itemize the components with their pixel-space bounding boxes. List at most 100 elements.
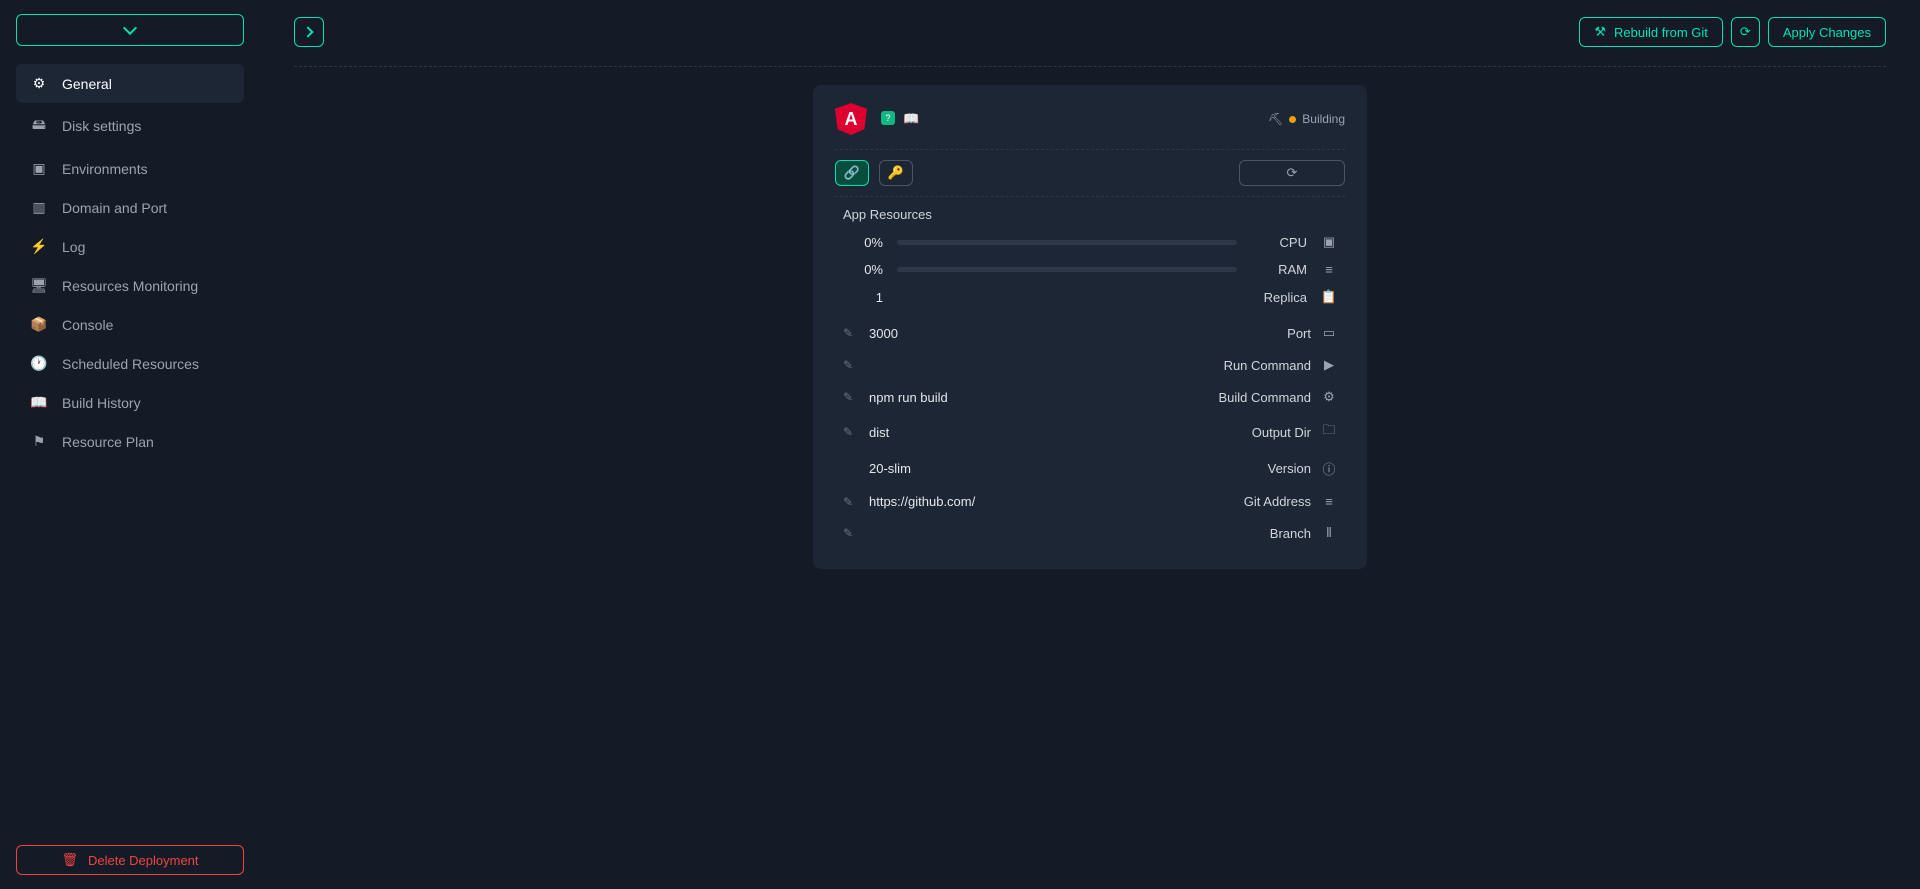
sidebar-item-label: Scheduled Resources bbox=[62, 356, 199, 372]
git-address-value: https://github.com/ bbox=[869, 494, 975, 509]
chevron-down-icon bbox=[123, 21, 137, 35]
refresh-icon: ⟳ bbox=[1287, 165, 1298, 181]
rebuild-label: Rebuild from Git bbox=[1614, 25, 1708, 40]
window-icon: ▥ bbox=[30, 199, 48, 216]
header-badges: ? 📖 bbox=[881, 111, 919, 127]
sidebar-item-label: General bbox=[62, 76, 112, 92]
divider bbox=[835, 149, 1345, 150]
sidebar-item-log[interactable]: ⚡ Log bbox=[16, 227, 244, 266]
clipboard-icon: 📋 bbox=[1321, 289, 1337, 305]
delete-deployment-button[interactable]: 🗑 Delete Deployment bbox=[16, 845, 244, 875]
info-row-git-address: ✎ https://github.com/ Git Address ≡ bbox=[835, 486, 1345, 517]
refresh-icon: ⟳ bbox=[1740, 24, 1751, 40]
sidebar-item-disk[interactable]: 🖴 Disk settings bbox=[16, 103, 244, 149]
version-value: 20-slim bbox=[869, 461, 911, 476]
gear-icon: ⚙ bbox=[30, 75, 48, 92]
topbar-left bbox=[294, 17, 324, 47]
info-row-output-dir: ✎ dist Output Dir 🗀 bbox=[835, 413, 1345, 451]
sidebar-item-general[interactable]: ⚙ General bbox=[16, 64, 244, 103]
info-row-version: 20-slim Version ⓘ bbox=[835, 451, 1345, 486]
edit-icon[interactable]: ✎ bbox=[843, 390, 857, 404]
resource-row-cpu: 0% CPU ▣ bbox=[835, 234, 1345, 250]
sidebar: ⚙ General 🖴 Disk settings ▣ Environments… bbox=[0, 0, 260, 889]
ram-progress bbox=[897, 267, 1237, 272]
port-label: Port bbox=[1287, 326, 1311, 341]
docs-badge-icon[interactable]: 📖 bbox=[903, 111, 919, 127]
output-dir-value: dist bbox=[869, 425, 889, 440]
clock-icon: 🕐 bbox=[30, 355, 48, 372]
card-header-left: A ? 📖 bbox=[835, 103, 919, 135]
sidebar-item-scheduled[interactable]: 🕐 Scheduled Resources bbox=[16, 344, 244, 383]
status-indicator: ⛏ Building bbox=[1268, 112, 1345, 126]
cpu-progress bbox=[897, 240, 1237, 245]
monitor-icon: 🖥 bbox=[30, 277, 48, 294]
flag-icon: ⚑ bbox=[30, 433, 48, 450]
ram-value: 0% bbox=[843, 262, 883, 277]
key-icon: 🔑 bbox=[888, 165, 904, 181]
refresh-top-button[interactable]: ⟳ bbox=[1731, 17, 1760, 47]
disk-icon: 🖴 bbox=[30, 114, 48, 138]
info-row-run-command: ✎ Run Command ▶ bbox=[835, 349, 1345, 381]
sidebar-nav: ⚙ General 🖴 Disk settings ▣ Environments… bbox=[16, 64, 244, 845]
sidebar-item-label: Disk settings bbox=[62, 118, 141, 134]
status-text: Building bbox=[1302, 112, 1345, 126]
info-row-port: ✎ 3000 Port ▭ bbox=[835, 317, 1345, 349]
port-value: 3000 bbox=[869, 326, 898, 341]
sidebar-item-environments[interactable]: ▣ Environments bbox=[16, 149, 244, 188]
edit-icon[interactable]: ✎ bbox=[843, 326, 857, 340]
tools-icon: ⚒ bbox=[1594, 24, 1606, 40]
help-badge-icon[interactable]: ? bbox=[881, 111, 895, 125]
expand-button[interactable] bbox=[294, 17, 324, 47]
columns-icon: ⦀ bbox=[1321, 525, 1337, 541]
sidebar-item-label: Console bbox=[62, 317, 113, 333]
rebuild-button[interactable]: ⚒ Rebuild from Git bbox=[1579, 17, 1723, 47]
window-icon: ▭ bbox=[1321, 325, 1337, 341]
sidebar-item-console[interactable]: 📦 Console bbox=[16, 305, 244, 344]
key-button[interactable]: 🔑 bbox=[879, 160, 913, 186]
main: ⚒ Rebuild from Git ⟳ Apply Changes A ? 📖… bbox=[260, 0, 1920, 889]
build-command-value: npm run build bbox=[869, 390, 948, 405]
hammer-icon: ⛏ bbox=[1268, 112, 1283, 126]
sidebar-item-domain-port[interactable]: ▥ Domain and Port bbox=[16, 188, 244, 227]
info-row-branch: ✎ Branch ⦀ bbox=[835, 517, 1345, 549]
apply-changes-button[interactable]: Apply Changes bbox=[1768, 17, 1886, 47]
cpu-value: 0% bbox=[843, 235, 883, 250]
card-header: A ? 📖 ⛏ Building bbox=[835, 103, 1345, 135]
version-label: Version bbox=[1268, 461, 1311, 476]
book-icon: 📖 bbox=[30, 394, 48, 411]
sidebar-item-resource-plan[interactable]: ⚑ Resource Plan bbox=[16, 422, 244, 461]
divider bbox=[294, 66, 1886, 67]
resource-row-replica: 1 Replica 📋 bbox=[835, 289, 1345, 305]
info-icon: ⓘ bbox=[1321, 459, 1337, 478]
edit-icon[interactable]: ✎ bbox=[843, 425, 857, 439]
card-actions: 🔗 🔑 ⟳ bbox=[835, 160, 1345, 186]
topbar: ⚒ Rebuild from Git ⟳ Apply Changes bbox=[294, 14, 1886, 50]
sidebar-item-label: Resource Plan bbox=[62, 434, 154, 450]
sidebar-item-label: Resources Monitoring bbox=[62, 278, 198, 294]
sidebar-item-monitoring[interactable]: 🖥 Resources Monitoring bbox=[16, 266, 244, 305]
ram-icon: ≡ bbox=[1321, 262, 1337, 277]
topbar-right: ⚒ Rebuild from Git ⟳ Apply Changes bbox=[1579, 17, 1886, 47]
chevron-right-icon bbox=[302, 26, 313, 37]
link-button[interactable]: 🔗 bbox=[835, 160, 869, 186]
apply-label: Apply Changes bbox=[1783, 25, 1871, 40]
sidebar-item-label: Log bbox=[62, 239, 85, 255]
edit-icon[interactable]: ✎ bbox=[843, 358, 857, 372]
sidebar-item-label: Domain and Port bbox=[62, 200, 167, 216]
replica-label: Replica bbox=[1251, 290, 1307, 305]
project-dropdown[interactable] bbox=[16, 14, 244, 46]
archive-icon: 🗑 bbox=[61, 852, 78, 868]
replica-value: 1 bbox=[843, 290, 883, 305]
card-actions-left: 🔗 🔑 bbox=[835, 160, 913, 186]
git-address-label: Git Address bbox=[1244, 494, 1311, 509]
refresh-card-button[interactable]: ⟳ bbox=[1239, 160, 1345, 186]
delete-label: Delete Deployment bbox=[88, 853, 199, 868]
sidebar-item-build-history[interactable]: 📖 Build History bbox=[16, 383, 244, 422]
ram-label: RAM bbox=[1251, 262, 1307, 277]
play-icon: ▶ bbox=[1321, 357, 1337, 373]
link-icon: 🔗 bbox=[844, 165, 860, 181]
edit-icon[interactable]: ✎ bbox=[843, 495, 857, 509]
edit-icon[interactable]: ✎ bbox=[843, 526, 857, 540]
folder-icon: 🗀 bbox=[1321, 421, 1337, 443]
angular-logo: A bbox=[835, 103, 867, 135]
